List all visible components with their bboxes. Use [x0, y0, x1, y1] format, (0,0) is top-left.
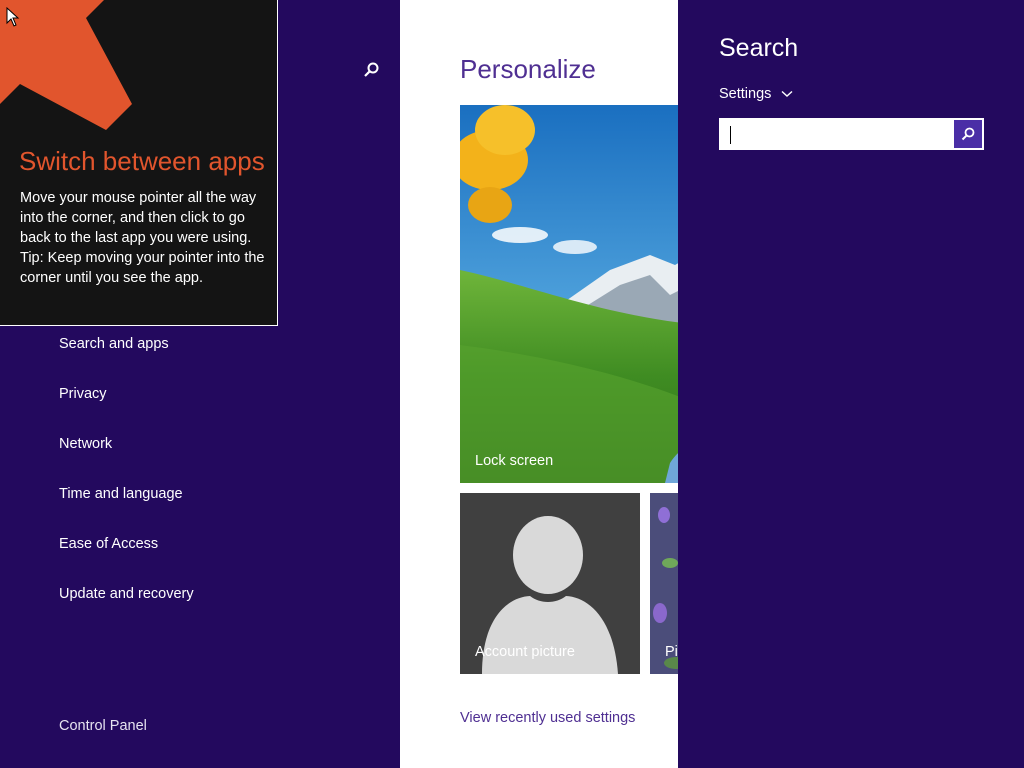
search-scope-label: Settings — [719, 86, 772, 102]
sidebar-item-update-and-recovery[interactable]: Update and recovery — [59, 586, 194, 602]
sidebar-item-privacy[interactable]: Privacy — [59, 386, 107, 402]
picture-password-label: Pi — [665, 644, 678, 660]
tip-hint: Tip: Keep moving your pointer into the c… — [20, 250, 265, 286]
text-caret — [730, 126, 731, 144]
search-scope-dropdown[interactable]: Settings — [719, 86, 793, 102]
lock-screen-tile[interactable]: Lock screen — [460, 105, 678, 483]
lock-screen-label: Lock screen — [475, 453, 554, 469]
search-button[interactable] — [954, 120, 982, 148]
search-icon — [961, 127, 975, 141]
tip-body: Move your mouse pointer all the way into… — [20, 188, 265, 288]
page-title: Personalize — [460, 54, 596, 84]
tip-text: Move your mouse pointer all the way into… — [20, 190, 257, 246]
search-input[interactable] — [721, 120, 918, 148]
sidebar-item-search-and-apps[interactable]: Search and apps — [59, 336, 169, 352]
personalize-content: Personalize Lock screen Account picture … — [400, 0, 678, 768]
picture-password-tile[interactable]: Pi — [650, 493, 678, 674]
sidebar-item-time-and-language[interactable]: Time and language — [59, 486, 183, 502]
lock-screen-image — [460, 105, 678, 483]
account-picture-label: Account picture — [475, 644, 575, 660]
search-icon[interactable] — [361, 60, 381, 80]
sidebar-item-network[interactable]: Network — [59, 436, 112, 452]
switch-apps-tip: Switch between apps Move your mouse poin… — [0, 0, 278, 326]
search-charm: Search Settings — [678, 0, 1024, 768]
search-box — [719, 118, 984, 150]
account-picture-tile[interactable]: Account picture — [460, 493, 640, 674]
recent-settings-link[interactable]: View recently used settings — [460, 710, 635, 726]
search-input-wrapper — [721, 120, 954, 148]
sidebar-item-ease-of-access[interactable]: Ease of Access — [59, 536, 158, 552]
tip-title: Switch between apps — [19, 146, 265, 176]
mouse-pointer-icon — [6, 7, 20, 27]
search-heading: Search — [719, 34, 799, 62]
control-panel-link[interactable]: Control Panel — [59, 718, 147, 734]
chevron-down-icon — [781, 90, 793, 97]
arrow-icon — [0, 0, 132, 130]
